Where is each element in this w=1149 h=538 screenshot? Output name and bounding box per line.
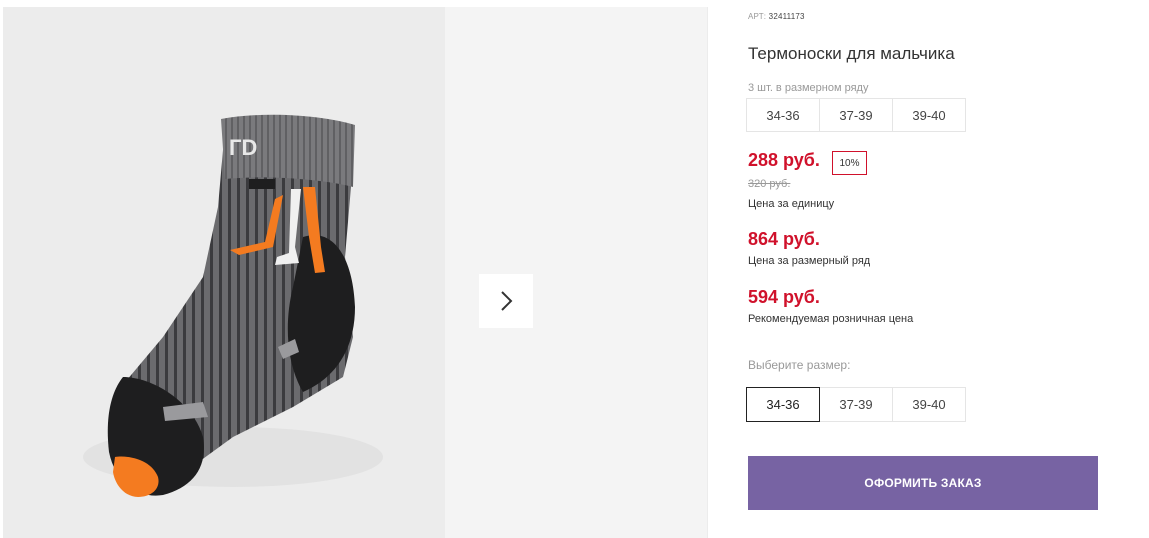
product-gallery: ГD [3,7,708,538]
product-title: Термоноски для мальчика [748,44,955,63]
retail-price-note: Рекомендуемая розничная цена [748,313,914,325]
pack-price: 864 руб. [748,229,820,249]
sock-image: ГD [83,114,383,497]
gallery-divider [707,7,708,538]
choose-size-label: Выберите размер: [748,358,851,372]
article-number: АРТ: 32411173 [748,12,805,21]
unit-price-note: Цена за единицу [748,198,835,210]
pack-size-item: 37-39 [819,98,893,132]
pack-size-list: 34-36 37-39 39-40 [746,98,966,132]
discount-badge: 10% [832,151,867,175]
article-label: АРТ: [748,12,767,21]
unit-price: 288 руб. [748,150,820,170]
article-value: 32411173 [768,12,805,21]
old-price: 320 руб. [748,178,791,190]
pack-price-note: Цена за размерный ряд [748,255,871,267]
product-photo-secondary[interactable] [445,7,708,538]
order-button[interactable]: ОФОРМИТЬ ЗАКАЗ [748,456,1098,510]
chevron-right-icon [501,291,513,311]
pack-size-label: 3 шт. в размерном ряду [748,82,869,94]
svg-text:ГD: ГD [229,135,257,160]
size-option-37-39[interactable]: 37-39 [819,387,893,422]
pack-size-item: 39-40 [892,98,966,132]
product-photo-main[interactable]: ГD [3,7,445,538]
gallery-next-button[interactable] [479,274,533,328]
size-selector: 34-36 37-39 39-40 [746,387,966,422]
pack-size-item: 34-36 [746,98,820,132]
size-option-39-40[interactable]: 39-40 [892,387,966,422]
retail-price: 594 руб. [748,287,820,307]
size-option-34-36[interactable]: 34-36 [746,387,820,422]
